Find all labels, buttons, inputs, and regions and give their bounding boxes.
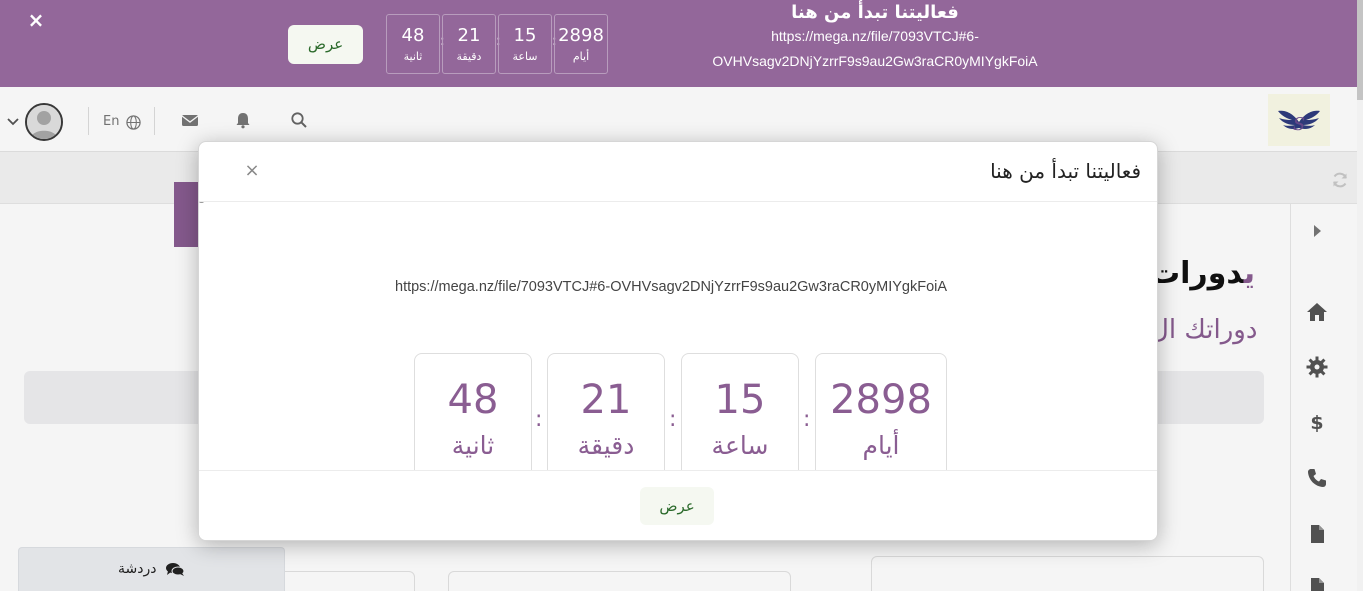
banner-seconds-label: ثانية <box>403 50 423 63</box>
banner-link-line1[interactable]: https://mega.nz/file/7093VTCJ#6- <box>700 26 1050 46</box>
countdown-seconds-label: ثانية <box>451 431 495 460</box>
banner-seconds-value: 48 <box>401 25 425 46</box>
banner-hours-value: 15 <box>513 25 537 46</box>
banner-seconds-box: 48 ثانية <box>386 14 440 74</box>
countdown-separator: : <box>535 407 543 432</box>
countdown-minutes-box: 21 دقيقة <box>547 353 665 470</box>
modal-close-button[interactable]: × <box>243 162 261 180</box>
countdown-hours-label: ساعة <box>711 431 769 460</box>
banner-hours-label: ساعة <box>512 50 538 63</box>
banner-title: فعاليتنا تبدأ من هنا <box>791 2 959 23</box>
countdown-hours-value: 15 <box>714 377 766 423</box>
banner-hours-box: 15 ساعة <box>498 14 552 74</box>
banner-days-box: 2898 أيام <box>554 14 608 74</box>
countdown-days-value: 2898 <box>830 377 932 423</box>
announcement-banner: × عرض 48 ثانية : 21 دقيقة : 15 ساعة : 28… <box>0 0 1363 87</box>
banner-link-line2[interactable]: OVHVsagv2DNjYzrrF9s9au2Gw3raCR0yMIYgkFoi… <box>690 51 1060 71</box>
page-scrollbar-thumb[interactable] <box>1357 0 1363 100</box>
banner-days-label: أيام <box>572 50 590 63</box>
modal-event-link[interactable]: https://mega.nz/file/7093VTCJ#6-OVHVsagv… <box>395 277 1157 297</box>
countdown-separator: : <box>803 407 811 432</box>
banner-close-button[interactable]: × <box>26 9 46 31</box>
countdown-seconds-box: 48 ثانية <box>414 353 532 470</box>
countdown-hours-box: 15 ساعة <box>681 353 799 470</box>
modal-body: https://mega.nz/file/7093VTCJ#6-OVHVsagv… <box>199 203 1157 470</box>
banner-view-button[interactable]: عرض <box>288 25 363 64</box>
modal-footer: عرض <box>199 470 1157 540</box>
modal-title: فعاليتنا تبدأ من هنا <box>990 159 1141 183</box>
countdown-days-label: أيام <box>862 431 900 460</box>
banner-minutes-value: 21 <box>457 25 481 46</box>
banner-days-value: 2898 <box>558 25 604 46</box>
countdown-minutes-label: دقيقة <box>577 431 635 460</box>
banner-minutes-box: 21 دقيقة <box>442 14 496 74</box>
countdown-separator: : <box>669 407 677 432</box>
countdown-days-box: 2898 أيام <box>815 353 947 470</box>
modal-header: × فعاليتنا تبدأ من هنا <box>199 142 1157 202</box>
event-modal: × فعاليتنا تبدأ من هنا https://mega.nz/f… <box>198 141 1158 541</box>
countdown-seconds-value: 48 <box>447 377 499 423</box>
countdown-minutes-value: 21 <box>580 377 632 423</box>
banner-minutes-label: دقيقة <box>456 50 482 63</box>
modal-view-button[interactable]: عرض <box>640 487 714 525</box>
